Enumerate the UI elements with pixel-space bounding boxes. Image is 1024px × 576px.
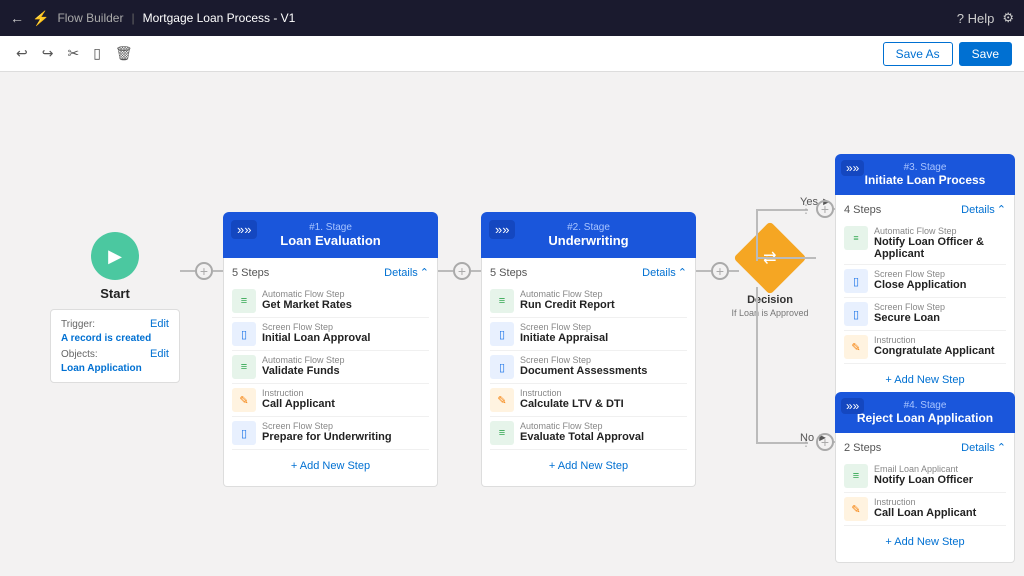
- stage-3-num: #3. Stage: [904, 162, 947, 173]
- help-icon: ?: [957, 11, 964, 26]
- stage-1-steps-count: 5 Steps: [232, 267, 269, 279]
- delete-button[interactable]: 🗑: [111, 43, 137, 64]
- stage-3-step-4: ✎ Instruction Congratulate Applicant: [844, 331, 1006, 364]
- stage-3-step-1: ≡ Automatic Flow Step Notify Loan Office…: [844, 222, 1006, 265]
- trigger-value: A record is created: [61, 333, 169, 344]
- stage-4-steps-count: 2 Steps: [844, 442, 881, 454]
- stage-3-add-step[interactable]: + Add New Step: [844, 368, 1006, 392]
- stage-4-add-step[interactable]: + Add New Step: [844, 530, 1006, 554]
- stage-2-num: #2. Stage: [567, 222, 610, 233]
- stage-3-step-3: ▯ Screen Flow Step Secure Loan: [844, 298, 1006, 331]
- stage-4: »» #4. Stage Reject Loan Application 2 S…: [835, 392, 1015, 563]
- stage-2: »» #2. Stage Underwriting 5 Steps Detail…: [481, 212, 696, 487]
- connector-plus-1[interactable]: +: [195, 262, 213, 280]
- no-connector-dots: ⋮: [800, 435, 812, 449]
- toolbar: ↩ ↪ ✂ ▯ 🗑 Save As Save: [0, 36, 1024, 72]
- stage-1-step-5: ▯ Screen Flow Step Prepare for Underwrit…: [232, 417, 429, 450]
- cut-button[interactable]: ✂: [63, 43, 83, 64]
- stage-2-name: Underwriting: [548, 233, 628, 248]
- top-bar: ← ⚡ Flow Builder | Mortgage Loan Process…: [0, 0, 1024, 36]
- stage-1-step-4: ✎ Instruction Call Applicant: [232, 384, 429, 417]
- stage-4-name: Reject Loan Application: [857, 411, 993, 425]
- stage-3-steps-count: 4 Steps: [844, 204, 881, 216]
- connector-plus-2[interactable]: +: [453, 262, 471, 280]
- stage-4-step-1: ≡ Email Loan Applicant Notify Loan Offic…: [844, 460, 1006, 493]
- stage-1-name: Loan Evaluation: [280, 233, 380, 248]
- stage-2-add-step[interactable]: + Add New Step: [490, 454, 687, 478]
- breadcrumb: Mortgage Loan Process - V1: [143, 11, 296, 25]
- flow-icon: ⚡: [32, 10, 49, 27]
- decision-label: Decision: [747, 294, 793, 306]
- stage-2-step-1: ≡ Automatic Flow Step Run Credit Report: [490, 285, 687, 318]
- settings-icon: ⚙: [1002, 10, 1014, 25]
- breadcrumb-separator: |: [131, 11, 134, 25]
- stage-3-step-2: ▯ Screen Flow Step Close Application: [844, 265, 1006, 298]
- stage-4-details-btn[interactable]: Details ⌃: [961, 441, 1006, 454]
- help-button[interactable]: ? Help: [957, 11, 995, 26]
- app-title: Flow Builder: [57, 11, 123, 25]
- stage-2-step-2: ▯ Screen Flow Step Initiate Appraisal: [490, 318, 687, 351]
- settings-button[interactable]: ⚙: [1002, 10, 1014, 26]
- objects-value: Loan Application: [61, 363, 169, 374]
- decision-sublabel: If Loan is Approved: [731, 308, 808, 318]
- stage-1-step-2: ▯ Screen Flow Step Initial Loan Approval: [232, 318, 429, 351]
- save-button[interactable]: Save: [959, 42, 1012, 66]
- connector-plus-3[interactable]: +: [711, 262, 729, 280]
- stage-1-add-step[interactable]: + Add New Step: [232, 454, 429, 478]
- stage-2-steps-count: 5 Steps: [490, 267, 527, 279]
- stage-1-details-btn[interactable]: Details ⌃: [384, 266, 429, 279]
- back-button[interactable]: ←: [10, 10, 24, 26]
- objects-label: Objects:: [61, 349, 98, 360]
- stage-1-num: #1. Stage: [309, 222, 352, 233]
- canvas: ▶ Start Trigger: Edit A record is create…: [0, 72, 1024, 576]
- no-connector-plus[interactable]: +: [816, 433, 834, 451]
- stage-3-details-btn[interactable]: Details ⌃: [961, 203, 1006, 216]
- stage-2-step-5: ≡ Automatic Flow Step Evaluate Total App…: [490, 417, 687, 450]
- stage-2-step-3: ▯ Screen Flow Step Document Assessments: [490, 351, 687, 384]
- yes-connector-plus[interactable]: +: [816, 200, 834, 218]
- help-label: Help: [968, 11, 995, 26]
- stage-1-step-3: ≡ Automatic Flow Step Validate Funds: [232, 351, 429, 384]
- stage-3-name: Initiate Loan Process: [865, 173, 986, 187]
- stage-4-num: #4. Stage: [904, 400, 947, 411]
- start-label: Start: [100, 286, 130, 301]
- start-node[interactable]: ▶: [91, 232, 139, 280]
- stage-1: »» #1. Stage Loan Evaluation 5 Steps Det…: [223, 212, 438, 487]
- decision-node: ⇄ Decision If Loan is Approved: [730, 232, 810, 318]
- objects-edit[interactable]: Edit: [150, 348, 169, 360]
- stage-4-header: »» #4. Stage Reject Loan Application: [835, 392, 1015, 433]
- undo-button[interactable]: ↩: [12, 43, 32, 64]
- start-details-box: Trigger: Edit A record is created Object…: [50, 309, 180, 383]
- copy-button[interactable]: ▯: [89, 43, 105, 64]
- stage-1-step-1: ≡ Automatic Flow Step Get Market Rates: [232, 285, 429, 318]
- yes-connector-dots: ⋮: [800, 202, 812, 216]
- stage-2-details-btn[interactable]: Details ⌃: [642, 266, 687, 279]
- trigger-label: Trigger:: [61, 319, 95, 330]
- redo-button[interactable]: ↪: [38, 43, 58, 64]
- trigger-edit[interactable]: Edit: [150, 318, 169, 330]
- stage-2-header: »» #2. Stage Underwriting: [481, 212, 696, 258]
- stage-3-header: »» #3. Stage Initiate Loan Process: [835, 154, 1015, 195]
- stage-2-step-4: ✎ Instruction Calculate LTV & DTI: [490, 384, 687, 417]
- stage-3: »» #3. Stage Initiate Loan Process 4 Ste…: [835, 154, 1015, 401]
- stage-4-step-2: ✎ Instruction Call Loan Applicant: [844, 493, 1006, 526]
- stage-1-header: »» #1. Stage Loan Evaluation: [223, 212, 438, 258]
- save-as-button[interactable]: Save As: [883, 42, 953, 66]
